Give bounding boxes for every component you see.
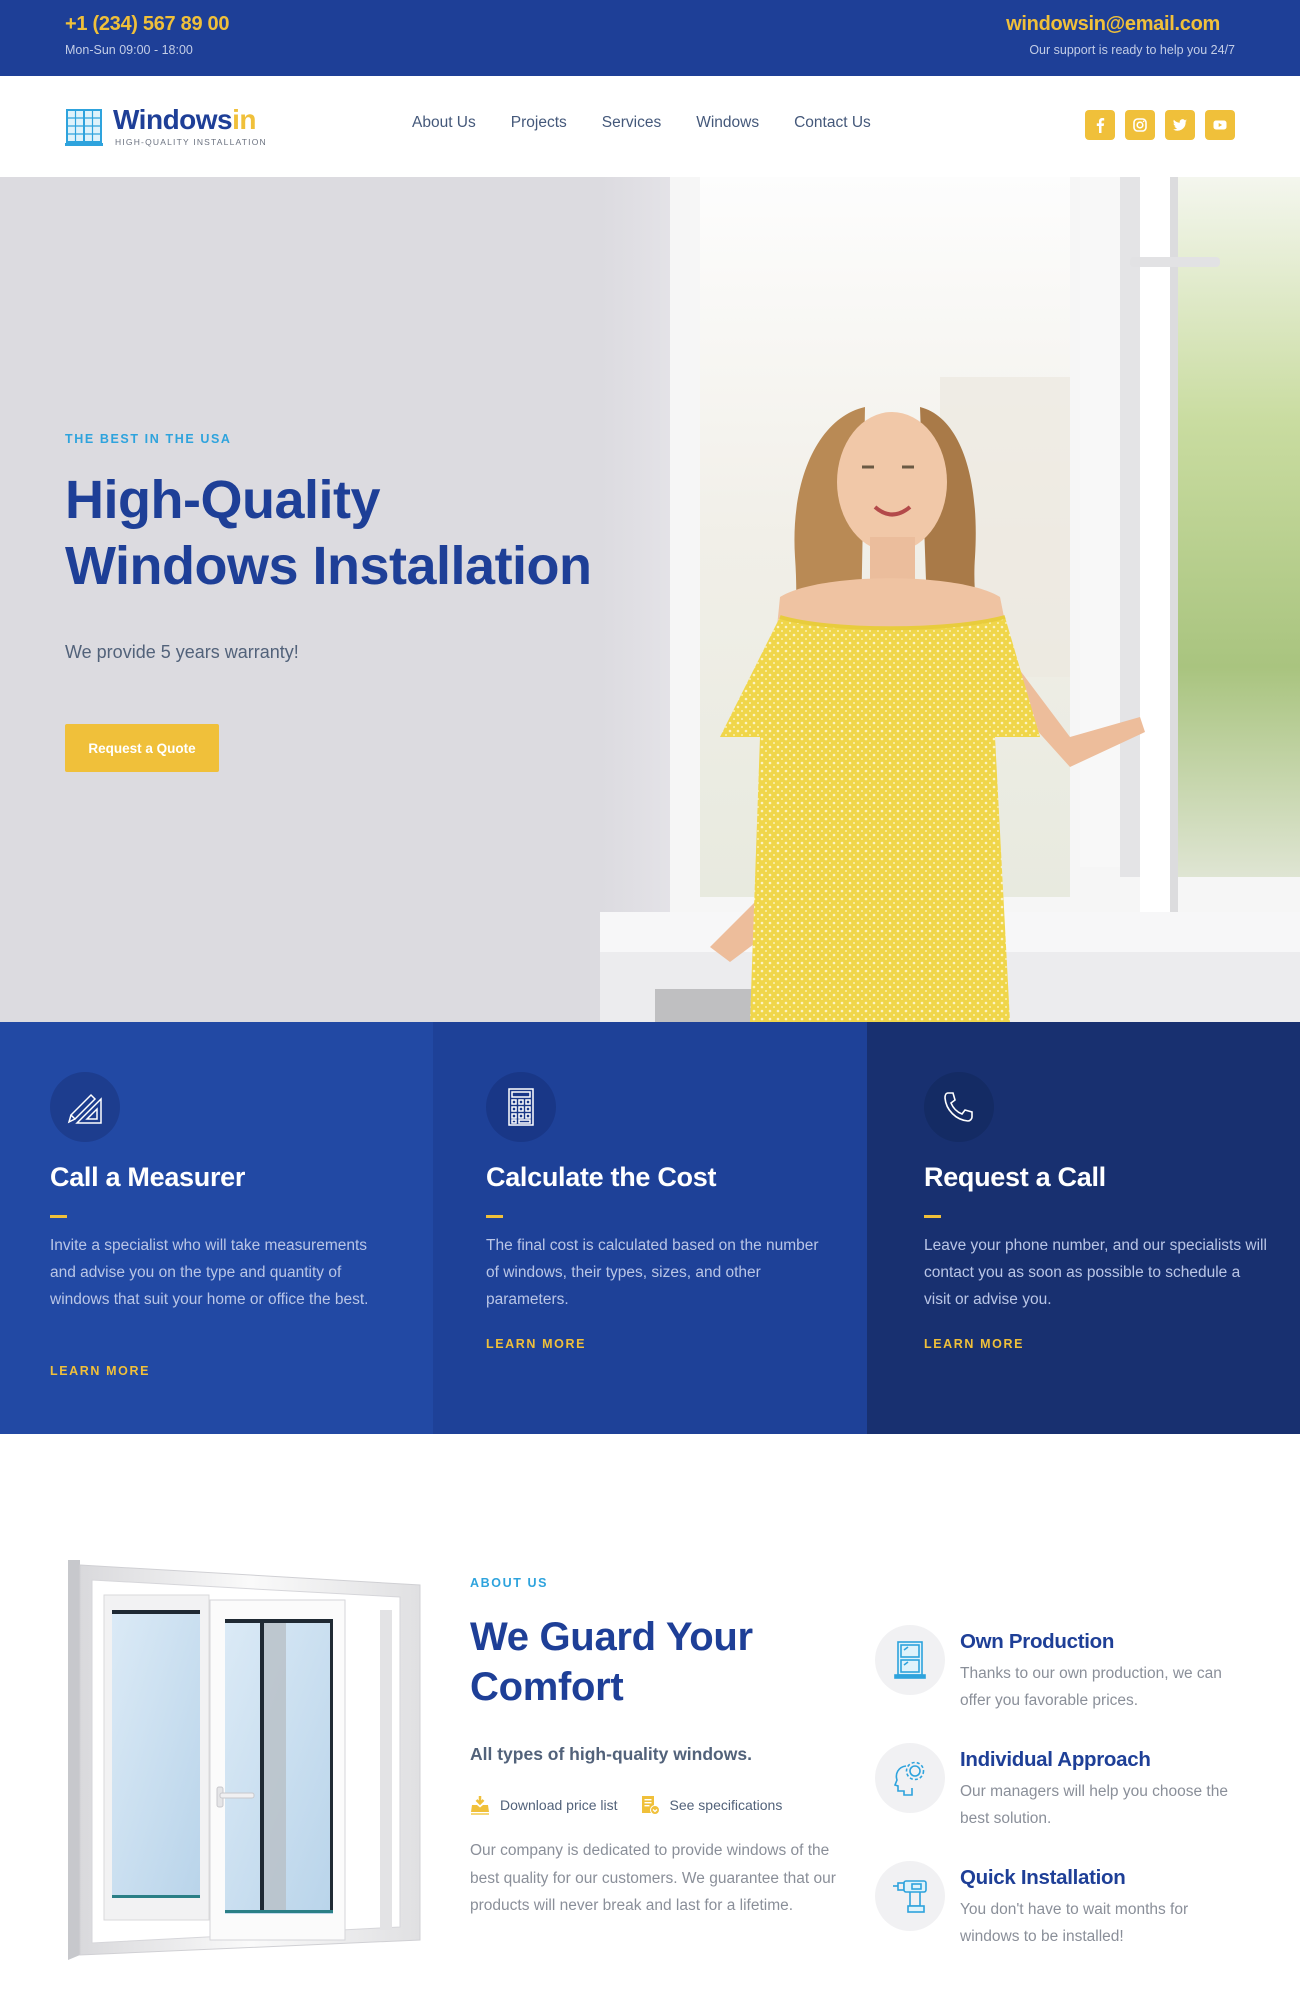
benefit-description: You don't have to wait months for window… [960, 1901, 1189, 1945]
feature-accent-bar [924, 1215, 941, 1218]
email-link[interactable]: windowsin@email.com [1006, 13, 1220, 36]
instagram-button[interactable] [1125, 110, 1155, 140]
benefit-individual-approach: Individual Approach Our managers will he… [875, 1743, 1255, 1861]
brand-tagline: HIGH-QUALITY INSTALLATION [115, 137, 267, 147]
feature-title: Call a Measurer [50, 1162, 246, 1192]
facebook-icon [1096, 118, 1105, 133]
youtube-icon [1213, 120, 1227, 130]
feature-description: Invite a specialist who will take measur… [50, 1237, 369, 1308]
download-price-list-label: Download price list [500, 1797, 618, 1813]
phone-link[interactable]: +1 (234) 567 89 00 [65, 13, 229, 36]
brand-name-accent: in [232, 104, 257, 135]
feature-icon-circle [924, 1072, 994, 1142]
learn-more-link[interactable]: LEARN MORE [50, 1364, 150, 1378]
benefit-icon-circle [875, 1861, 945, 1931]
benefit-title: Individual Approach [960, 1748, 1151, 1771]
window-logo-icon [65, 109, 103, 146]
hero-title-line-1: High-Quality [65, 470, 381, 530]
main-navbar: Windowsin HIGH-QUALITY INSTALLATION Abou… [0, 76, 1300, 177]
feature-call-measurer: Call a Measurer Invite a specialist who … [0, 1022, 433, 1434]
benefits-list: Own Production Thanks to our own product… [875, 1625, 1255, 1979]
feature-title: Request a Call [924, 1162, 1106, 1192]
about-links: Download price list See specifications [470, 1795, 804, 1815]
logo[interactable]: Windowsin HIGH-QUALITY INSTALLATION [65, 104, 280, 150]
request-quote-button[interactable]: Request a Quote [65, 724, 219, 772]
social-links [1085, 110, 1235, 140]
business-hours: Mon-Sun 09:00 - 18:00 [65, 43, 193, 57]
about-subtitle: All types of high-quality windows. [470, 1744, 752, 1764]
feature-title: Calculate the Cost [486, 1162, 717, 1192]
top-bar: +1 (234) 567 89 00 Mon-Sun 09:00 - 18:00… [0, 0, 1300, 76]
nav-item-contact-us[interactable]: Contact Us [794, 114, 871, 132]
benefit-description: Thanks to our own production, we can off… [960, 1665, 1222, 1709]
about-title-line-1: We Guard Your [470, 1615, 753, 1659]
download-icon [471, 1796, 489, 1815]
nav-item-about-us[interactable]: About Us [412, 114, 476, 132]
feature-icon-circle [50, 1072, 120, 1142]
hero-title-line-2: Windows Installation [65, 536, 592, 596]
document-check-icon [641, 1796, 660, 1815]
twitter-button[interactable] [1165, 110, 1195, 140]
features-section: Call a Measurer Invite a specialist who … [0, 1022, 1300, 1434]
hero-subtitle: We provide 5 years warranty! [65, 642, 299, 662]
head-gear-icon [893, 1761, 925, 1796]
brand-name-main: Windows [113, 104, 233, 135]
nav-item-windows[interactable]: Windows [696, 114, 759, 132]
twitter-icon [1173, 119, 1187, 131]
feature-description: The final cost is calculated based on th… [486, 1237, 819, 1308]
feature-icon-circle [486, 1072, 556, 1142]
download-price-list-link[interactable]: Download price list [470, 1795, 618, 1815]
benefit-title: Quick Installation [960, 1866, 1126, 1889]
hero-title: High-Quality Windows Installation [65, 467, 665, 599]
instagram-icon [1133, 118, 1147, 132]
hero-kicker: THE BEST IN THE USA [65, 432, 232, 446]
nav-item-services[interactable]: Services [602, 114, 661, 132]
about-text: Our company is dedicated to provide wind… [470, 1842, 836, 1914]
hero-image [600, 177, 1300, 1022]
benefit-icon-circle [875, 1743, 945, 1813]
see-specifications-label: See specifications [669, 1797, 783, 1813]
facebook-button[interactable] [1085, 110, 1115, 140]
nav-item-projects[interactable]: Projects [511, 114, 567, 132]
feature-description: Leave your phone number, and our special… [924, 1237, 1267, 1308]
benefit-quick-installation: Quick Installation You don't have to wai… [875, 1861, 1255, 1979]
hero-section: THE BEST IN THE USA High-Quality Windows… [0, 177, 1300, 1022]
brand-name: Windowsin [113, 104, 257, 136]
benefit-icon-circle [875, 1625, 945, 1695]
benefit-description: Our managers will help you choose the be… [960, 1783, 1228, 1827]
see-specifications-link[interactable]: See specifications [640, 1795, 783, 1815]
learn-more-link[interactable]: LEARN MORE [486, 1337, 586, 1351]
about-kicker: ABOUT US [470, 1576, 549, 1590]
feature-accent-bar [50, 1215, 67, 1218]
feature-request-call: Request a Call Leave your phone number, … [867, 1022, 1300, 1434]
ruler-pencil-icon [67, 1093, 102, 1124]
about-title: We Guard Your Comfort [470, 1612, 850, 1712]
benefit-title: Own Production [960, 1630, 1115, 1653]
feature-accent-bar [486, 1215, 503, 1218]
window-icon [894, 1641, 926, 1679]
nav-menu: About Us Projects Services Windows Conta… [412, 114, 906, 132]
feature-calculate-cost: Calculate the Cost The final cost is cal… [433, 1022, 867, 1434]
learn-more-link[interactable]: LEARN MORE [924, 1337, 1024, 1351]
youtube-button[interactable] [1205, 110, 1235, 140]
support-note: Our support is ready to help you 24/7 [1029, 43, 1235, 57]
calculator-icon [508, 1088, 534, 1126]
benefit-own-production: Own Production Thanks to our own product… [875, 1625, 1255, 1743]
phone-icon [944, 1092, 973, 1122]
about-window-image [68, 1560, 421, 1960]
about-title-line-2: Comfort [470, 1665, 624, 1709]
drill-icon [893, 1880, 927, 1913]
